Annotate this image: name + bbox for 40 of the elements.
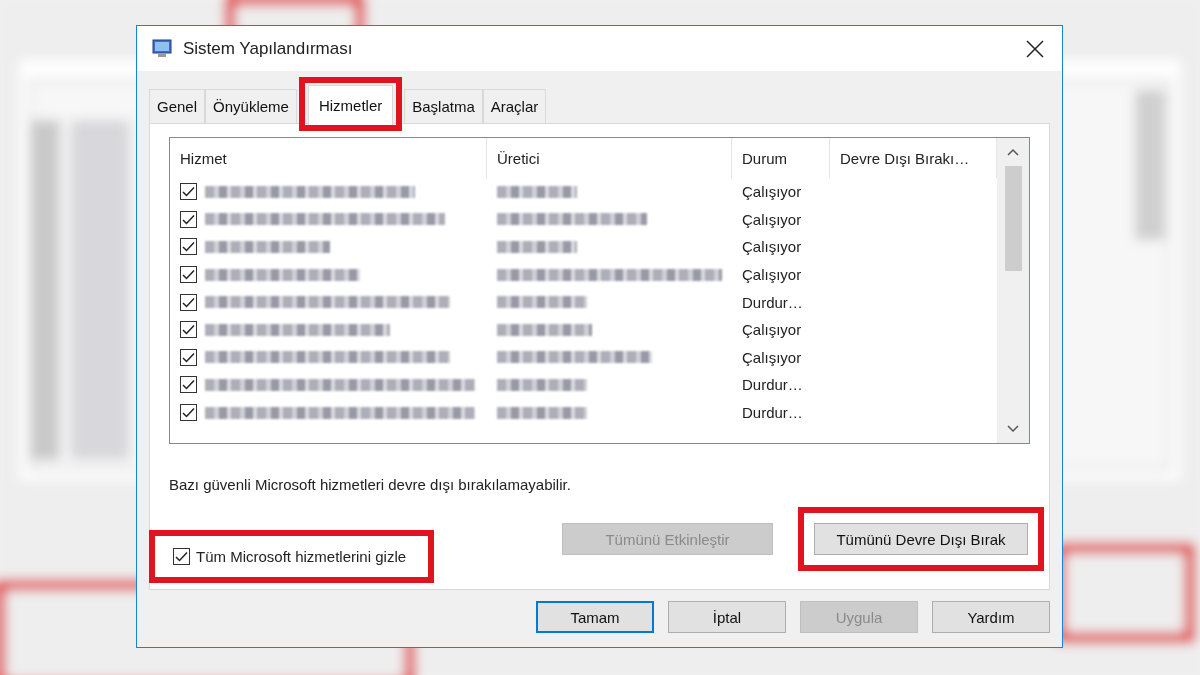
close-icon bbox=[1026, 39, 1044, 58]
column-header[interactable]: Hizmet bbox=[170, 138, 487, 178]
checkbox[interactable] bbox=[180, 404, 197, 422]
status-text: Çalışıyor bbox=[741, 348, 803, 366]
status-text: Durdur… bbox=[741, 376, 804, 394]
status-text: Durdur… bbox=[741, 293, 804, 311]
tab[interactable]: Önyükleme bbox=[205, 89, 297, 123]
hide-microsoft-checkbox[interactable]: Tüm Microsoft hizmetlerini gizle bbox=[171, 546, 409, 567]
column-header[interactable]: Üretici bbox=[487, 138, 732, 178]
checkbox[interactable] bbox=[180, 266, 197, 284]
column-header[interactable]: Durum bbox=[732, 138, 830, 178]
status-text: Çalışıyor bbox=[741, 266, 803, 284]
tab[interactable]: Genel bbox=[149, 89, 206, 123]
tab[interactable]: Hizmetler bbox=[307, 85, 394, 125]
status-text: Çalışıyor bbox=[741, 321, 803, 339]
checkbox[interactable] bbox=[180, 183, 197, 201]
dialog-button[interactable]: Tamam bbox=[536, 601, 654, 633]
checkbox[interactable] bbox=[173, 548, 190, 565]
status-text: Çalışıyor bbox=[741, 183, 803, 201]
monitor-icon bbox=[151, 37, 173, 60]
info-text: Bazı güvenli Microsoft hizmetleri devre dışı bırakılamayabilir. bbox=[169, 476, 572, 493]
tab[interactable]: Başlatma bbox=[404, 89, 483, 123]
checkbox[interactable] bbox=[180, 293, 197, 311]
dialog-button[interactable]: İptal bbox=[668, 601, 786, 633]
action-button[interactable]: Tümünü Devre Dışı Bırak bbox=[814, 523, 1028, 555]
scrollbar-thumb[interactable] bbox=[1004, 166, 1022, 271]
status-text: Çalışıyor bbox=[741, 238, 803, 256]
status-text: Çalışıyor bbox=[741, 210, 803, 228]
checkbox[interactable] bbox=[180, 238, 197, 256]
checkbox[interactable] bbox=[180, 376, 197, 394]
checkbox[interactable] bbox=[180, 348, 197, 366]
chevron-down-icon[interactable] bbox=[1007, 425, 1019, 433]
status-text: Durdur… bbox=[741, 404, 804, 422]
tab[interactable]: Araçlar bbox=[482, 89, 547, 123]
window-title: Sistem Yapılandırması bbox=[183, 38, 354, 59]
scrollbar[interactable] bbox=[997, 138, 1029, 443]
chevron-up-icon[interactable] bbox=[1007, 148, 1019, 156]
dialog-button[interactable]: Yardım bbox=[932, 601, 1050, 633]
checkbox[interactable] bbox=[180, 210, 197, 228]
checkbox[interactable] bbox=[180, 321, 197, 339]
